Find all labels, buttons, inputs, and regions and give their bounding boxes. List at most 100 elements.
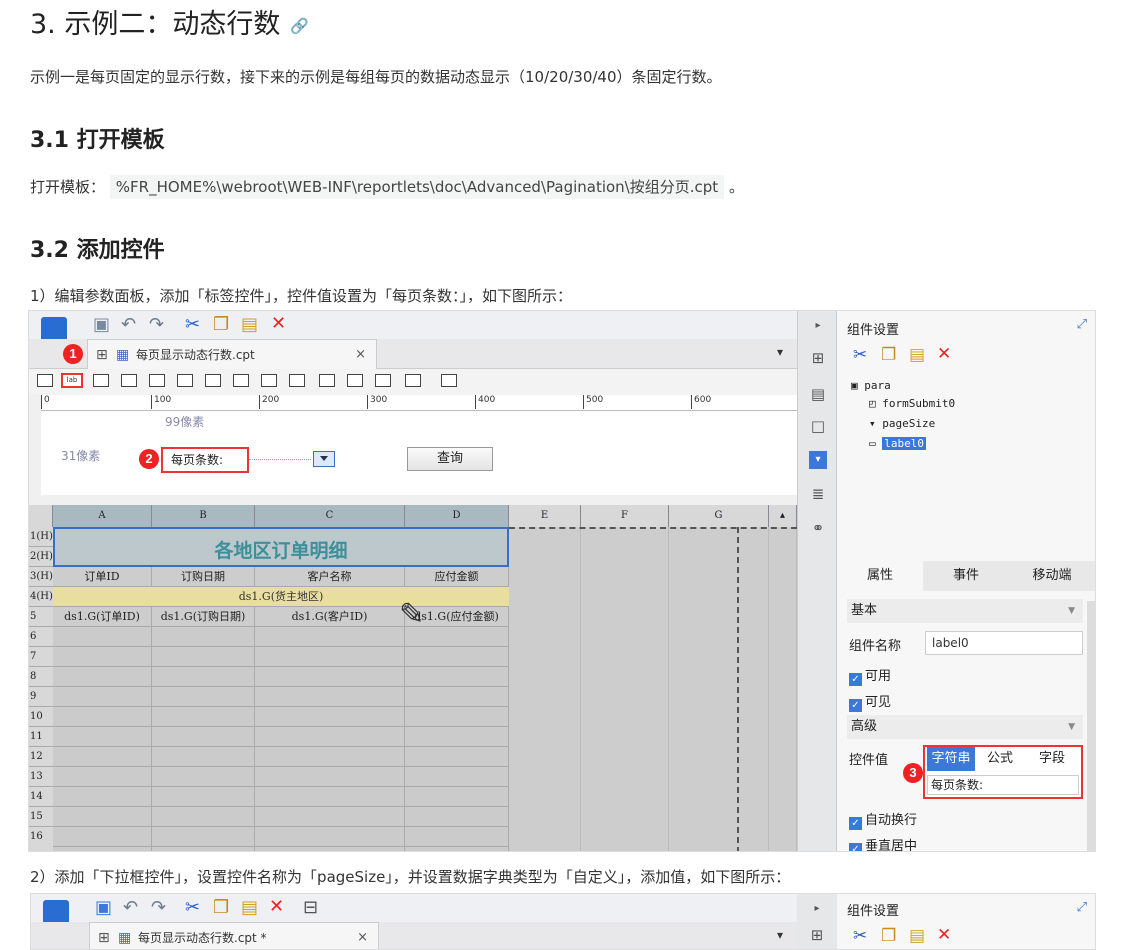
- tree-node-pagesize[interactable]: ▾ pageSize: [869, 417, 935, 430]
- panel-paste-icon[interactable]: ▤: [909, 926, 925, 946]
- number-widget-icon[interactable]: [205, 374, 221, 387]
- form-layout-icon[interactable]: ⊞: [96, 340, 108, 370]
- data-cell[interactable]: ds1.G(客户ID): [255, 607, 405, 627]
- panel-cut-icon[interactable]: ✂: [853, 345, 867, 365]
- table-widget-icon[interactable]: [405, 374, 421, 387]
- value-type-field[interactable]: 字段: [1027, 747, 1077, 771]
- row-header[interactable]: 10: [29, 707, 53, 727]
- password-widget-icon[interactable]: [347, 374, 363, 387]
- delete-icon[interactable]: ✕: [271, 314, 286, 334]
- anchor-link-icon[interactable]: 🔗: [290, 17, 309, 35]
- pagesize-combobox[interactable]: [313, 451, 335, 467]
- grid-corner[interactable]: [29, 505, 53, 527]
- row-header[interactable]: 12: [29, 747, 53, 767]
- row-header[interactable]: 4(H): [29, 587, 53, 607]
- redo-icon[interactable]: ↷: [151, 898, 166, 918]
- paste-icon[interactable]: ▤: [241, 315, 258, 335]
- label0-widget[interactable]: 每页条数:: [163, 449, 223, 471]
- tree-node-label0[interactable]: ▭ label0: [869, 437, 926, 450]
- copy-icon[interactable]: ❐: [213, 315, 229, 335]
- expand-panel-icon[interactable]: ⤢: [1077, 900, 1087, 915]
- preview-icon[interactable]: ⊟: [303, 898, 318, 918]
- copy-icon[interactable]: ❐: [213, 898, 229, 918]
- value-type-string[interactable]: 字符串: [927, 747, 975, 771]
- row-header[interactable]: 13: [29, 767, 53, 787]
- header-cell[interactable]: 订购日期: [152, 567, 255, 587]
- label-widget-icon[interactable]: lab: [61, 373, 83, 388]
- combobox-widget-icon[interactable]: [121, 374, 137, 387]
- calendar-widget-icon[interactable]: [177, 374, 193, 387]
- tab-menu-icon[interactable]: ▾: [777, 928, 783, 942]
- widget-value-input[interactable]: 每页条数:: [927, 775, 1079, 795]
- frame-widget-icon[interactable]: [37, 374, 53, 387]
- tab-events[interactable]: 事件: [923, 561, 1009, 591]
- visible-checkbox[interactable]: ✓ 可见: [849, 691, 891, 712]
- parameter-canvas[interactable]: 99像素 31像素 2 每页条数: 查询: [41, 411, 797, 495]
- auto-wrap-checkbox[interactable]: ✓ 自动换行: [849, 809, 917, 830]
- close-tab-icon[interactable]: ×: [355, 340, 366, 370]
- tab-properties[interactable]: 属性: [837, 561, 923, 591]
- paste-icon[interactable]: ▤: [241, 898, 258, 918]
- collapse-icon[interactable]: ▼: [1068, 599, 1075, 623]
- column-header-g[interactable]: G: [669, 505, 769, 527]
- report-title-cell[interactable]: 各地区订单明细: [53, 527, 509, 567]
- collapse-arrow-icon[interactable]: ▸: [808, 900, 826, 918]
- value-type-formula[interactable]: 公式: [977, 747, 1023, 771]
- column-header-b[interactable]: B: [152, 505, 255, 527]
- panel-scrollbar[interactable]: [1087, 601, 1095, 851]
- data-cell[interactable]: ds1.G(订单ID): [53, 607, 152, 627]
- panel-copy-icon[interactable]: ❐: [881, 345, 896, 365]
- panel-cut-icon[interactable]: ✂: [853, 926, 867, 946]
- header-cell[interactable]: 应付金额: [405, 567, 509, 587]
- section-basic[interactable]: 基本 ▼: [847, 599, 1083, 623]
- tree-node-formsubmit[interactable]: ◰ formSubmit0: [869, 397, 955, 410]
- column-header-e[interactable]: E: [509, 505, 581, 527]
- cell-element-icon[interactable]: ⊞: [808, 926, 826, 944]
- cut-icon[interactable]: ✂: [185, 898, 200, 918]
- panel-delete-icon[interactable]: ✕: [937, 925, 951, 945]
- row-header[interactable]: 15: [29, 807, 53, 827]
- checkbox-widget-icon[interactable]: [289, 374, 305, 387]
- tree-node-para[interactable]: ▣ para: [851, 379, 891, 392]
- row-header[interactable]: 9: [29, 687, 53, 707]
- close-tab-icon[interactable]: ×: [357, 923, 368, 949]
- panel-delete-icon[interactable]: ✕: [937, 344, 951, 364]
- row-header[interactable]: 5: [29, 607, 53, 627]
- data-cell[interactable]: ds1.G(订购日期): [152, 607, 255, 627]
- widget-settings-icon[interactable]: ▾: [809, 451, 827, 469]
- condition-attr-icon[interactable]: ≣: [809, 485, 827, 503]
- undo-icon[interactable]: ↶: [123, 898, 138, 918]
- redo-icon[interactable]: ↷: [149, 315, 164, 335]
- hyperlink-icon[interactable]: ⚭: [809, 519, 827, 537]
- column-header-c[interactable]: C: [255, 505, 405, 527]
- enabled-checkbox[interactable]: ✓ 可用: [849, 665, 891, 686]
- query-button[interactable]: 查询: [407, 447, 493, 471]
- row-header[interactable]: 11: [29, 727, 53, 747]
- template-tab-2[interactable]: ⊞ ▦ 每页显示动态行数.cpt * ×: [89, 922, 379, 949]
- row-header[interactable]: 7: [29, 647, 53, 667]
- vertical-center-checkbox[interactable]: ✓ 垂直居中: [849, 835, 917, 851]
- collapse-icon[interactable]: ▼: [1068, 715, 1075, 739]
- save-icon[interactable]: ▣: [95, 898, 112, 918]
- row-header[interactable]: 3(H): [29, 567, 53, 587]
- template-tab[interactable]: ⊞ ▦ 每页显示动态行数.cpt ×: [87, 339, 377, 369]
- save-icon[interactable]: ▣: [93, 315, 110, 335]
- text-widget-icon[interactable]: [319, 374, 335, 387]
- cut-icon[interactable]: ✂: [185, 315, 200, 335]
- checkgroup-widget-icon[interactable]: [375, 374, 391, 387]
- column-header-a[interactable]: A: [53, 505, 152, 527]
- list-widget-icon[interactable]: [233, 374, 249, 387]
- section-advanced[interactable]: 高级 ▼: [847, 715, 1083, 739]
- cell-attr-icon[interactable]: ▤: [809, 385, 827, 403]
- tab-menu-icon[interactable]: ▾: [777, 345, 783, 359]
- form-layout-icon[interactable]: ⊞: [98, 923, 110, 949]
- more-widgets-icon[interactable]: [441, 374, 457, 387]
- tab-mobile[interactable]: 移动端: [1009, 561, 1095, 591]
- delete-icon[interactable]: ✕: [269, 897, 284, 917]
- column-header-d[interactable]: D: [405, 505, 509, 527]
- row-header[interactable]: 14: [29, 787, 53, 807]
- column-header-f[interactable]: F: [581, 505, 669, 527]
- group-cell[interactable]: ds1.G(货主地区): [53, 587, 509, 607]
- date-widget-icon[interactable]: [149, 374, 165, 387]
- cell-element-icon[interactable]: ⊞: [809, 349, 827, 367]
